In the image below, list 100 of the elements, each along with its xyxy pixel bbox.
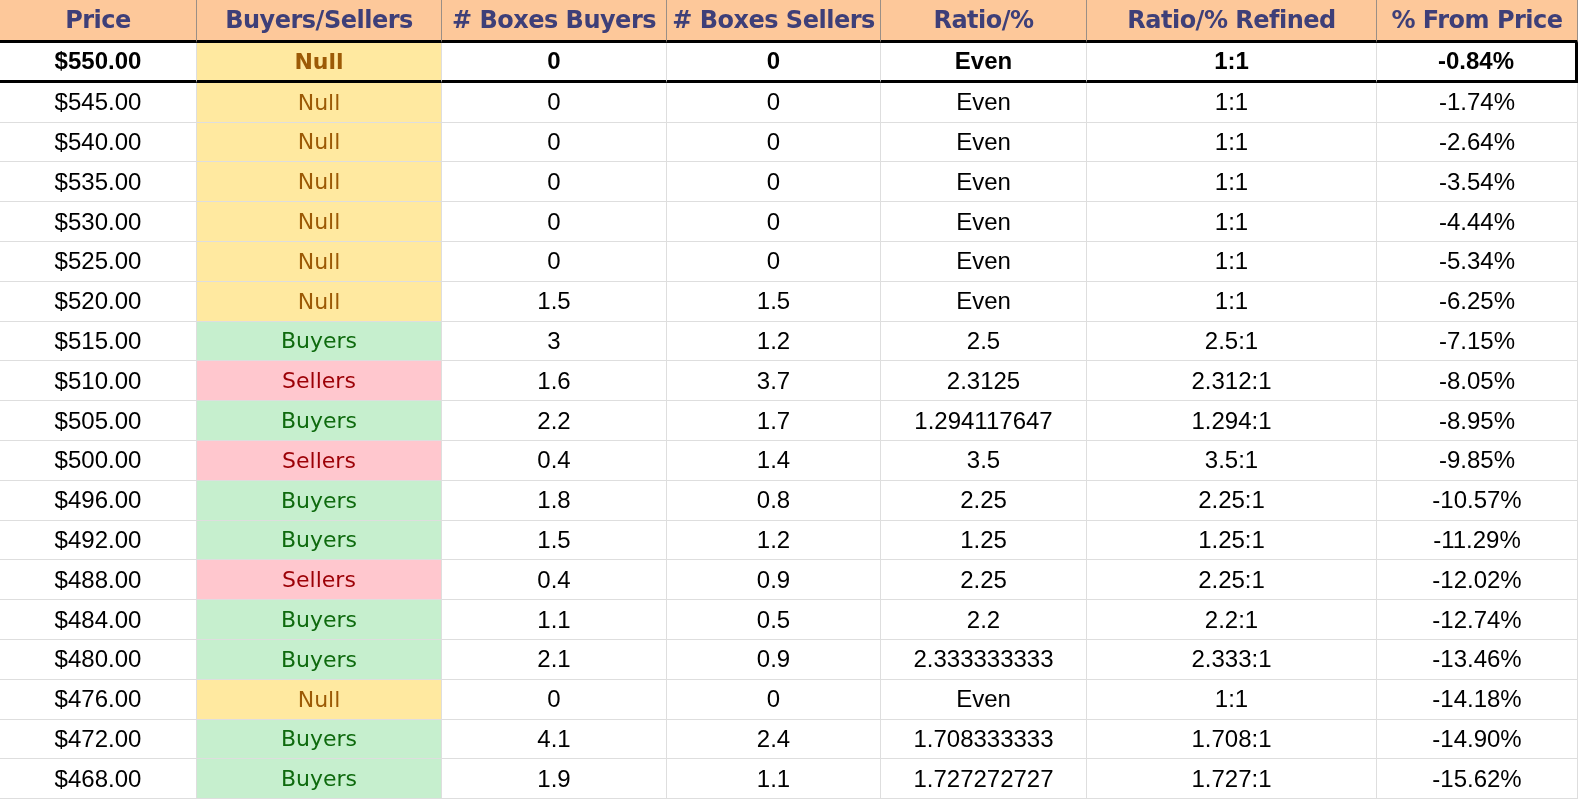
column-header: # Boxes Buyers: [442, 0, 667, 43]
table-cell: Even: [881, 162, 1087, 203]
table-cell: 1:1: [1087, 202, 1377, 242]
table-cell: 1:1: [1087, 82, 1377, 123]
table-cell: 0: [667, 82, 881, 123]
table-cell: 0.5: [667, 600, 881, 640]
table-cell: 2.333333333: [881, 639, 1087, 680]
table-cell: 0: [667, 679, 881, 720]
table-cell: 1.708333333: [881, 719, 1087, 760]
table-cell: Even: [881, 242, 1087, 282]
table-cell: 2.3125: [881, 361, 1087, 402]
table-cell: 1.727:1: [1087, 759, 1377, 800]
table-cell: 2.2:1: [1087, 600, 1377, 640]
table-cell: 0: [667, 202, 881, 242]
table-cell: 1:1: [1087, 122, 1377, 163]
side-cell: Null: [197, 122, 442, 163]
table-cell: -11.29%: [1377, 520, 1578, 561]
side-cell: Null: [197, 281, 442, 322]
side-cell: Buyers: [197, 480, 442, 521]
table-cell: 0: [442, 82, 667, 123]
table-cell: 1.708:1: [1087, 719, 1377, 760]
table-cell: 2.5: [881, 321, 1087, 362]
column-header: Buyers/Sellers: [197, 0, 442, 43]
table-cell: 1.2: [667, 520, 881, 561]
side-cell: Buyers: [197, 401, 442, 441]
side-cell: Sellers: [197, 560, 442, 601]
table-cell: 0.9: [667, 639, 881, 680]
table-cell: 3.7: [667, 361, 881, 402]
table-cell: 1:1: [1087, 43, 1377, 83]
column-header: # Boxes Sellers: [667, 0, 881, 43]
table-cell: -7.15%: [1377, 321, 1578, 362]
table-cell: 3.5: [881, 440, 1087, 481]
table-cell: 1.8: [442, 480, 667, 521]
table-cell: 2.25: [881, 480, 1087, 521]
table-cell: 1.5: [667, 281, 881, 322]
side-cell: Buyers: [197, 639, 442, 680]
table-cell: 2.2: [442, 401, 667, 441]
side-cell: Buyers: [197, 520, 442, 561]
column-header: Price: [0, 0, 197, 43]
table-cell: Even: [881, 281, 1087, 322]
column-header: Ratio/%: [881, 0, 1087, 43]
table-cell: Even: [881, 43, 1087, 83]
table-cell: 0.4: [442, 560, 667, 601]
table-cell: 2.333:1: [1087, 639, 1377, 680]
table-cell: 2.1: [442, 639, 667, 680]
table-cell: 0: [442, 43, 667, 83]
side-cell: Null: [197, 679, 442, 720]
table-cell: -1.74%: [1377, 82, 1578, 123]
table-cell: 1:1: [1087, 679, 1377, 720]
table-cell: 0: [667, 242, 881, 282]
table-cell: -9.85%: [1377, 440, 1578, 481]
table-cell: 2.312:1: [1087, 361, 1377, 402]
table-cell: 1.9: [442, 759, 667, 800]
table-cell: -8.95%: [1377, 401, 1578, 441]
table-cell: -10.57%: [1377, 480, 1578, 521]
table-cell: Even: [881, 202, 1087, 242]
side-cell: Null: [197, 82, 442, 123]
table-cell: 0: [667, 122, 881, 163]
table-cell: 2.2: [881, 600, 1087, 640]
side-cell: Null: [197, 43, 442, 83]
table-cell: 0.8: [667, 480, 881, 521]
table-cell: 1:1: [1087, 281, 1377, 322]
table-cell: -8.05%: [1377, 361, 1578, 402]
table-cell: 0.9: [667, 560, 881, 601]
table-cell: -0.84%: [1377, 43, 1578, 83]
side-cell: Buyers: [197, 759, 442, 800]
table-cell: 1.5: [442, 281, 667, 322]
table-cell: -3.54%: [1377, 162, 1578, 203]
table-cell: 0: [667, 162, 881, 203]
table-cell: 3.5:1: [1087, 440, 1377, 481]
table-cell: 1.25: [881, 520, 1087, 561]
table-cell: 1.727272727: [881, 759, 1087, 800]
table-cell: 2.25:1: [1087, 480, 1377, 521]
table-cell: 1.6: [442, 361, 667, 402]
table-cell: Even: [881, 82, 1087, 123]
table-cell: -14.18%: [1377, 679, 1578, 720]
table-cell: 2.5:1: [1087, 321, 1377, 362]
table-cell: 1.5: [442, 520, 667, 561]
table-cell: -2.64%: [1377, 122, 1578, 163]
table-cell: 1.25:1: [1087, 520, 1377, 561]
table-cell: -14.90%: [1377, 719, 1578, 760]
table-cell: 1:1: [1087, 162, 1377, 203]
table-cell: 0: [667, 43, 881, 83]
table-cell: -15.62%: [1377, 759, 1578, 800]
side-cell: Buyers: [197, 600, 442, 640]
table-cell: -6.25%: [1377, 281, 1578, 322]
table-cell: -5.34%: [1377, 242, 1578, 282]
table-cell: 0: [442, 679, 667, 720]
table-cell: 1.2: [667, 321, 881, 362]
side-cell: Buyers: [197, 719, 442, 760]
table-cell: 1.4: [667, 440, 881, 481]
table-cell: -13.46%: [1377, 639, 1578, 680]
side-cell: Null: [197, 242, 442, 282]
table-cell: -12.02%: [1377, 560, 1578, 601]
table-cell: 1.294117647: [881, 401, 1087, 441]
table-cell: -4.44%: [1377, 202, 1578, 242]
side-cell: Buyers: [197, 321, 442, 362]
column-header: Ratio/% Refined: [1087, 0, 1377, 43]
table-cell: 0: [442, 242, 667, 282]
table-cell: 1.1: [667, 759, 881, 800]
